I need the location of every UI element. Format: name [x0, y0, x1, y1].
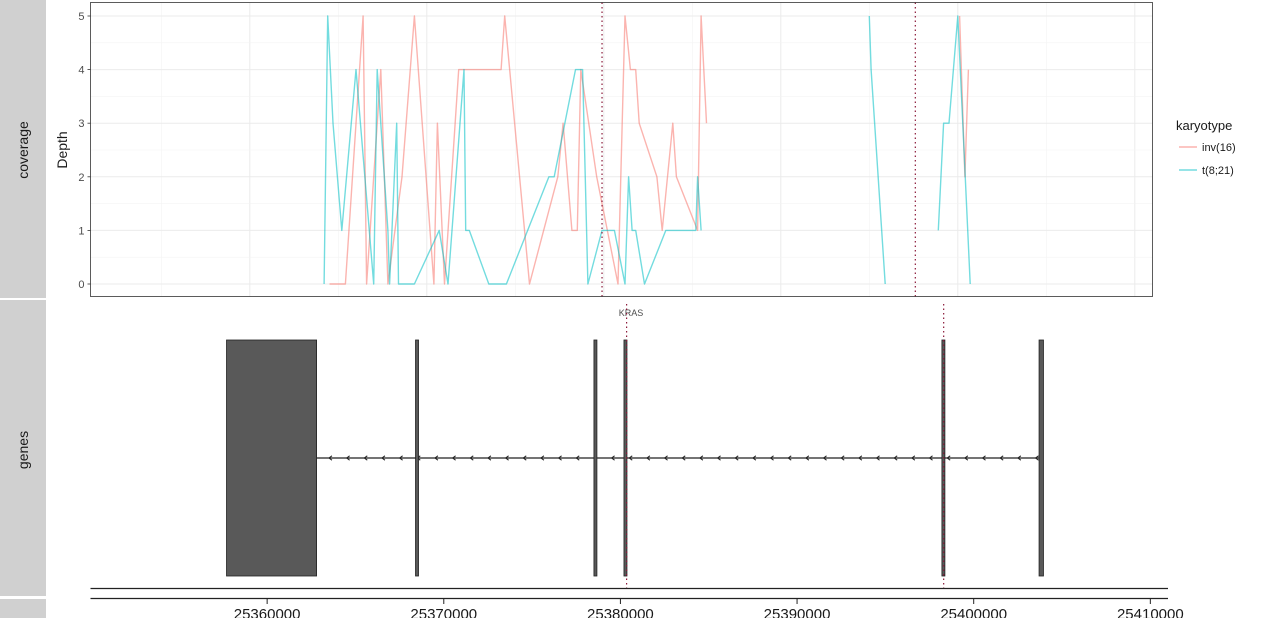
- y-tick-label: 0: [78, 279, 84, 291]
- y-tick-label: 1: [78, 225, 84, 237]
- exon: [226, 339, 317, 577]
- exon: [1038, 339, 1044, 577]
- x-tick-label: 25390000: [764, 606, 831, 618]
- x-tick-label: 25410000: [1117, 606, 1184, 618]
- y-tick-label: 5: [78, 11, 84, 23]
- genes-panel: KRAS: [226, 304, 1044, 588]
- y-tick-label: 2: [78, 172, 84, 184]
- figure: coverage genes Depth 0 1 2 3 4 5 karyotype in…: [0, 0, 1236, 618]
- x-tick-label: 25400000: [940, 606, 1007, 618]
- x-tick-label: 25370000: [410, 606, 477, 618]
- strip-label-genes: genes: [15, 431, 31, 469]
- y-axis-title: Depth: [54, 131, 70, 168]
- legend-label-inv16: inv(16): [1202, 142, 1236, 154]
- x-tick-label: 25380000: [587, 606, 654, 618]
- coverage-panel: 0 1 2 3 4 5: [78, 2, 1153, 297]
- legend-title: karyotype: [1176, 118, 1232, 133]
- legend: karyotype inv(16) t(8;21): [1176, 118, 1236, 177]
- y-tick-label: 4: [78, 65, 84, 77]
- x-tick-label: 25360000: [234, 606, 301, 618]
- y-tick-label: 3: [78, 118, 84, 130]
- x-axis: 25360000 25370000 25380000 25390000 25400000…: [90, 587, 1184, 618]
- strip-bottom: [0, 599, 46, 618]
- gene-label: KRAS: [619, 308, 644, 318]
- exon: [593, 339, 598, 577]
- legend-label-t821: t(8;21): [1202, 165, 1234, 177]
- exon: [415, 339, 419, 577]
- strip-label-coverage: coverage: [15, 121, 31, 179]
